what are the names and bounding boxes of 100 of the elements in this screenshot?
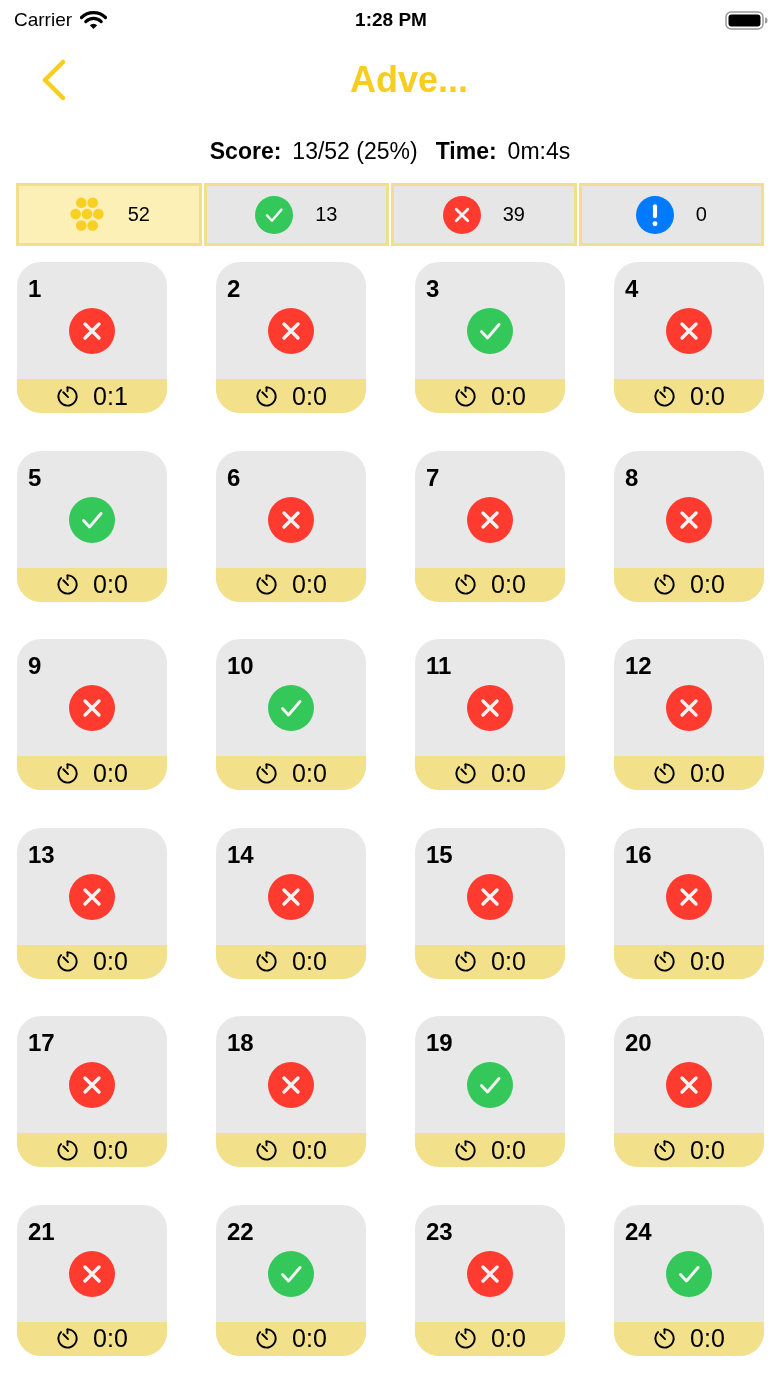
- question-time: 0:0: [292, 381, 327, 411]
- question-number: 24: [624, 1216, 652, 1246]
- question-number: 18: [226, 1028, 254, 1058]
- score-value: 13/52 (25%): [292, 138, 418, 165]
- question-card[interactable]: 9 0:0: [17, 639, 167, 791]
- question-card[interactable]: 2 0:0: [216, 262, 366, 413]
- question-time: 0:0: [690, 381, 725, 411]
- question-time: 0:0: [491, 947, 526, 977]
- question-time: 0:0: [690, 758, 725, 788]
- timer-icon: [454, 1138, 478, 1162]
- question-time: 0:0: [292, 570, 327, 600]
- question-time: 0:0: [93, 1135, 128, 1165]
- question-card[interactable]: 12 0:0: [614, 639, 764, 791]
- wifi-icon: [80, 10, 108, 30]
- timer-icon: [56, 950, 80, 974]
- question-number: 23: [425, 1216, 453, 1246]
- timer-icon: [255, 384, 279, 408]
- question-time: 0:0: [292, 758, 327, 788]
- question-number: 7: [425, 462, 440, 492]
- timer-icon: [653, 1138, 677, 1162]
- timer-icon: [653, 384, 677, 408]
- timer-icon: [653, 761, 677, 785]
- timer-icon: [255, 950, 279, 974]
- question-card[interactable]: 10 0:0: [216, 639, 366, 791]
- timer-icon: [56, 1327, 80, 1351]
- question-time: 0:0: [690, 570, 725, 600]
- question-card[interactable]: 18 0:0: [216, 1016, 366, 1168]
- time-label: Time:: [435, 138, 497, 165]
- timer-icon: [653, 1327, 677, 1351]
- question-card[interactable]: 1 0:1: [17, 262, 167, 413]
- timer-icon: [255, 573, 279, 597]
- question-number: 9: [27, 651, 42, 681]
- timer-icon: [454, 761, 478, 785]
- question-time: 0:0: [93, 758, 128, 788]
- question-number: 19: [425, 1028, 453, 1058]
- question-card[interactable]: 4 0:0: [614, 262, 764, 413]
- filter-tab[interactable]: 39: [391, 183, 577, 246]
- question-number: 4: [624, 274, 639, 303]
- timer-icon: [255, 1327, 279, 1351]
- question-time: 0:0: [292, 947, 327, 977]
- honeycomb-icon: [67, 197, 106, 232]
- filter-tab[interactable]: 52: [16, 183, 202, 246]
- question-card[interactable]: 14 0:0: [216, 827, 366, 979]
- question-card[interactable]: 8 0:0: [614, 450, 764, 602]
- question-number: 15: [425, 839, 453, 869]
- x-circle-icon: [442, 195, 481, 234]
- chevron-left-icon: [41, 59, 67, 101]
- question-card[interactable]: 22 0:0: [216, 1204, 366, 1356]
- timer-icon: [56, 384, 80, 408]
- timer-icon: [56, 573, 80, 597]
- question-time: 0:0: [491, 381, 526, 411]
- question-number: 17: [27, 1028, 55, 1058]
- question-number: 20: [624, 1028, 652, 1058]
- question-number: 12: [624, 651, 652, 681]
- question-time: 0:0: [491, 758, 526, 788]
- score-label: Score:: [209, 138, 282, 165]
- timer-icon: [255, 1138, 279, 1162]
- question-time: 0:0: [93, 947, 128, 977]
- question-card[interactable]: 13 0:0: [17, 827, 167, 979]
- question-card[interactable]: 19 0:0: [415, 1016, 565, 1168]
- question-time: 0:0: [93, 570, 128, 600]
- question-card[interactable]: 20 0:0: [614, 1016, 764, 1168]
- question-card[interactable]: 21 0:0: [17, 1204, 167, 1356]
- question-time: 0:0: [690, 947, 725, 977]
- timer-icon: [454, 573, 478, 597]
- question-card[interactable]: 15 0:0: [415, 827, 565, 979]
- question-number: 6: [226, 462, 241, 492]
- filter-tab[interactable]: 13: [203, 183, 389, 246]
- question-time: 0:0: [491, 1135, 526, 1165]
- question-number: 11: [425, 651, 452, 681]
- question-time: 0:0: [292, 1135, 327, 1165]
- timer-icon: [454, 950, 478, 974]
- timer-icon: [56, 761, 80, 785]
- question-number: 5: [27, 462, 42, 492]
- question-card[interactable]: 23 0:0: [415, 1204, 565, 1356]
- question-card[interactable]: 5 0:0: [17, 450, 167, 602]
- check-circle-icon: [255, 195, 294, 234]
- question-number: 1: [27, 274, 42, 303]
- question-card[interactable]: 7 0:0: [415, 450, 565, 602]
- question-card[interactable]: 6 0:0: [216, 450, 366, 602]
- battery-icon: [725, 10, 768, 30]
- exclamation-circle-icon: [635, 195, 674, 234]
- question-number: 2: [226, 274, 241, 303]
- question-time: 0:0: [690, 1324, 725, 1354]
- question-number: 8: [624, 462, 639, 492]
- question-card[interactable]: 3 0:0: [415, 262, 565, 413]
- question-card[interactable]: 16 0:0: [614, 827, 764, 979]
- timer-icon: [653, 573, 677, 597]
- timer-icon: [454, 1327, 478, 1351]
- question-number: 10: [226, 651, 254, 681]
- question-number: 3: [425, 274, 440, 303]
- question-time: 0:0: [93, 1324, 128, 1354]
- timer-icon: [653, 950, 677, 974]
- question-card[interactable]: 11 0:0: [415, 639, 565, 791]
- question-card[interactable]: 17 0:0: [17, 1016, 167, 1168]
- filter-tab[interactable]: 0: [578, 183, 764, 246]
- timer-icon: [454, 384, 478, 408]
- question-card[interactable]: 24 0:0: [614, 1204, 764, 1356]
- status-time: 1:28 PM: [355, 9, 427, 31]
- question-number: 13: [27, 839, 55, 869]
